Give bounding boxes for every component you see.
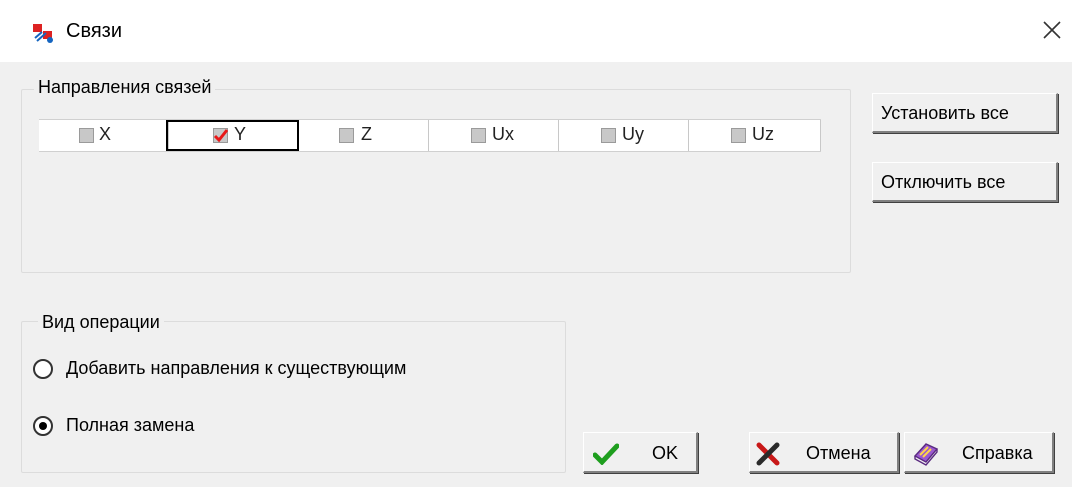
direction-uy-checkbox[interactable] bbox=[601, 128, 616, 143]
set-all-button[interactable]: Установить все bbox=[872, 93, 1058, 133]
ok-button[interactable]: OK bbox=[583, 432, 698, 473]
radio-add-directions[interactable] bbox=[33, 359, 53, 379]
direction-y-checkbox[interactable] bbox=[213, 128, 228, 143]
title-bar: Связи bbox=[0, 0, 1072, 62]
close-icon[interactable] bbox=[1040, 18, 1064, 42]
radio-full-replace[interactable] bbox=[33, 416, 53, 436]
operation-group-label: Вид операции bbox=[38, 312, 164, 332]
cross-icon bbox=[756, 442, 780, 466]
directions-group bbox=[21, 89, 851, 273]
radio-add-directions-label[interactable]: Добавить направления к существующим bbox=[66, 358, 406, 379]
operation-group bbox=[21, 321, 566, 473]
radio-full-replace-label[interactable]: Полная замена bbox=[66, 415, 194, 436]
direction-y-label: Y bbox=[234, 124, 247, 144]
directions-group-label: Направления связей bbox=[34, 77, 216, 97]
direction-z-checkbox[interactable] bbox=[339, 128, 354, 143]
direction-x[interactable]: X bbox=[39, 120, 169, 151]
clear-all-button-label: Отключить все bbox=[881, 172, 1006, 192]
direction-uz-label: Uz bbox=[752, 124, 774, 144]
cancel-button-label: Отмена bbox=[806, 443, 871, 463]
book-icon bbox=[913, 443, 939, 466]
clear-all-button[interactable]: Отключить все bbox=[872, 162, 1058, 202]
checkmark-icon bbox=[593, 443, 619, 465]
direction-x-label: X bbox=[99, 124, 112, 144]
app-logo-icon bbox=[33, 24, 53, 43]
direction-y[interactable]: Y bbox=[166, 120, 299, 151]
direction-uz[interactable]: Uz bbox=[689, 120, 821, 151]
check-mark-icon bbox=[213, 129, 228, 143]
dialog-body: Направления связей X Y Z Ux Uy Uz Устано… bbox=[0, 62, 1072, 487]
direction-uy[interactable]: Uy bbox=[559, 120, 689, 151]
direction-ux-checkbox[interactable] bbox=[471, 128, 486, 143]
radio-selected-dot bbox=[39, 422, 47, 430]
direction-ux-label: Ux bbox=[492, 124, 514, 144]
help-button[interactable]: Справка bbox=[904, 432, 1054, 473]
direction-z[interactable]: Z bbox=[299, 120, 429, 151]
window-title: Связи bbox=[66, 20, 123, 42]
help-button-label: Справка bbox=[962, 443, 1033, 463]
direction-uy-label: Uy bbox=[622, 124, 644, 144]
directions-strip: X Y Z Ux Uy Uz bbox=[39, 119, 821, 152]
direction-x-checkbox[interactable] bbox=[79, 128, 94, 143]
ok-button-label: OK bbox=[652, 443, 679, 463]
direction-uz-checkbox[interactable] bbox=[731, 128, 746, 143]
direction-ux[interactable]: Ux bbox=[429, 120, 559, 151]
set-all-button-label: Установить все bbox=[881, 103, 1009, 123]
direction-z-label: Z bbox=[361, 124, 372, 144]
cancel-button[interactable]: Отмена bbox=[749, 432, 899, 473]
